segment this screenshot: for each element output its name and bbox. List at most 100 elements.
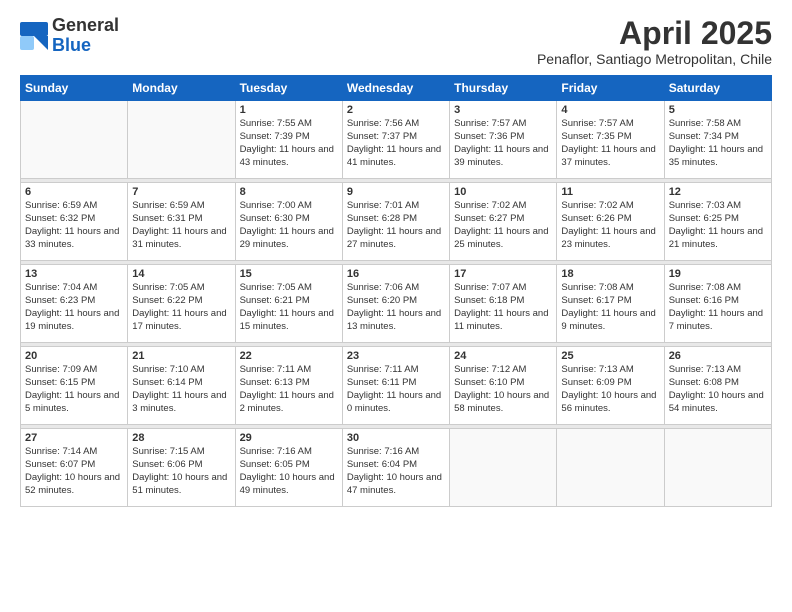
- day-info: Sunrise: 7:58 AM Sunset: 7:34 PM Dayligh…: [669, 118, 767, 169]
- day-info: Sunrise: 7:14 AM Sunset: 6:07 PM Dayligh…: [25, 446, 123, 497]
- day-info: Sunrise: 7:09 AM Sunset: 6:15 PM Dayligh…: [25, 364, 123, 415]
- calendar-cell-w4-d5: 25 Sunrise: 7:13 AM Sunset: 6:09 PM Dayli…: [557, 347, 664, 425]
- day-info: Sunrise: 7:02 AM Sunset: 6:27 PM Dayligh…: [454, 200, 552, 251]
- calendar-cell-w4-d0: 20 Sunrise: 7:09 AM Sunset: 6:15 PM Dayli…: [21, 347, 128, 425]
- calendar-cell-w1-d5: 4 Sunrise: 7:57 AM Sunset: 7:35 PM Daylig…: [557, 101, 664, 179]
- day-info: Sunrise: 7:13 AM Sunset: 6:08 PM Dayligh…: [669, 364, 767, 415]
- day-number: 24: [454, 350, 552, 362]
- calendar-cell-w2-d2: 8Sunrise: 7:00 AM Sunset: 6:30 PM Daylig…: [235, 183, 342, 261]
- calendar-cell-w4-d6: 26 Sunrise: 7:13 AM Sunset: 6:08 PM Dayli…: [664, 347, 771, 425]
- day-info: Sunrise: 7:10 AM Sunset: 6:14 PM Dayligh…: [132, 364, 230, 415]
- day-info: Sunrise: 7:01 AM Sunset: 6:28 PM Dayligh…: [347, 200, 445, 251]
- header: General Blue April 2025 Penaflor, Santia…: [20, 16, 772, 67]
- day-info: Sunrise: 7:06 AM Sunset: 6:20 PM Dayligh…: [347, 282, 445, 333]
- day-info: Sunrise: 7:03 AM Sunset: 6:25 PM Dayligh…: [669, 200, 767, 251]
- day-number: 9: [347, 186, 445, 198]
- logo: General Blue: [20, 16, 119, 56]
- calendar-cell-w2-d5: 11Sunrise: 7:02 AM Sunset: 6:26 PM Dayli…: [557, 183, 664, 261]
- calendar-week-2: 6Sunrise: 6:59 AM Sunset: 6:32 PM Daylig…: [21, 183, 772, 261]
- logo-text: General Blue: [52, 16, 119, 56]
- day-number: 26: [669, 350, 767, 362]
- calendar-cell-w2-d4: 10 Sunrise: 7:02 AM Sunset: 6:27 PM Dayli…: [450, 183, 557, 261]
- day-number: 22: [240, 350, 338, 362]
- day-info: Sunrise: 7:56 AM Sunset: 7:37 PM Dayligh…: [347, 118, 445, 169]
- day-number: 21: [132, 350, 230, 362]
- calendar-cell-w3-d1: 14 Sunrise: 7:05 AM Sunset: 6:22 PM Dayli…: [128, 265, 235, 343]
- header-sunday: Sunday: [21, 76, 128, 101]
- calendar-week-5: 27 Sunrise: 7:14 AM Sunset: 6:07 PM Dayli…: [21, 429, 772, 507]
- day-info: Sunrise: 6:59 AM Sunset: 6:31 PM Dayligh…: [132, 200, 230, 251]
- day-number: 5: [669, 104, 767, 116]
- header-saturday: Saturday: [664, 76, 771, 101]
- calendar-cell-w3-d2: 15 Sunrise: 7:05 AM Sunset: 6:21 PM Dayli…: [235, 265, 342, 343]
- day-number: 17: [454, 268, 552, 280]
- calendar-cell-w3-d3: 16 Sunrise: 7:06 AM Sunset: 6:20 PM Dayli…: [342, 265, 449, 343]
- day-info: Sunrise: 7:11 AM Sunset: 6:13 PM Dayligh…: [240, 364, 338, 415]
- calendar-cell-w1-d3: 2 Sunrise: 7:56 AM Sunset: 7:37 PM Daylig…: [342, 101, 449, 179]
- day-number: 1: [240, 104, 338, 116]
- calendar-week-4: 20 Sunrise: 7:09 AM Sunset: 6:15 PM Dayli…: [21, 347, 772, 425]
- calendar-cell-w1-d2: 1 Sunrise: 7:55 AM Sunset: 7:39 PM Daylig…: [235, 101, 342, 179]
- day-number: 4: [561, 104, 659, 116]
- calendar-table: Sunday Monday Tuesday Wednesday Thursday…: [20, 75, 772, 507]
- day-number: 6: [25, 186, 123, 198]
- day-number: 29: [240, 432, 338, 444]
- calendar-cell-w3-d5: 18 Sunrise: 7:08 AM Sunset: 6:17 PM Dayli…: [557, 265, 664, 343]
- day-info: Sunrise: 7:11 AM Sunset: 6:11 PM Dayligh…: [347, 364, 445, 415]
- calendar-cell-w1-d1: [128, 101, 235, 179]
- calendar-cell-w3-d0: 13Sunrise: 7:04 AM Sunset: 6:23 PM Dayli…: [21, 265, 128, 343]
- day-info: Sunrise: 7:55 AM Sunset: 7:39 PM Dayligh…: [240, 118, 338, 169]
- day-number: 12: [669, 186, 767, 198]
- calendar-page: General Blue April 2025 Penaflor, Santia…: [0, 0, 792, 612]
- calendar-week-3: 13Sunrise: 7:04 AM Sunset: 6:23 PM Dayli…: [21, 265, 772, 343]
- day-number: 11: [561, 186, 659, 198]
- calendar-cell-w1-d0: [21, 101, 128, 179]
- calendar-cell-w2-d0: 6Sunrise: 6:59 AM Sunset: 6:32 PM Daylig…: [21, 183, 128, 261]
- calendar-cell-w4-d4: 24Sunrise: 7:12 AM Sunset: 6:10 PM Dayli…: [450, 347, 557, 425]
- day-number: 18: [561, 268, 659, 280]
- day-number: 7: [132, 186, 230, 198]
- day-number: 20: [25, 350, 123, 362]
- logo-icon: [20, 22, 48, 50]
- logo-general: General: [52, 16, 119, 36]
- calendar-cell-w3-d4: 17 Sunrise: 7:07 AM Sunset: 6:18 PM Dayli…: [450, 265, 557, 343]
- day-number: 10: [454, 186, 552, 198]
- header-friday: Friday: [557, 76, 664, 101]
- header-monday: Monday: [128, 76, 235, 101]
- calendar-cell-w1-d6: 5 Sunrise: 7:58 AM Sunset: 7:34 PM Daylig…: [664, 101, 771, 179]
- month-title: April 2025: [537, 16, 772, 51]
- calendar-cell-w1-d4: 3Sunrise: 7:57 AM Sunset: 7:36 PM Daylig…: [450, 101, 557, 179]
- header-tuesday: Tuesday: [235, 76, 342, 101]
- calendar-week-1: 1 Sunrise: 7:55 AM Sunset: 7:39 PM Daylig…: [21, 101, 772, 179]
- day-number: 3: [454, 104, 552, 116]
- calendar-cell-w5-d2: 29Sunrise: 7:16 AM Sunset: 6:05 PM Dayli…: [235, 429, 342, 507]
- day-number: 30: [347, 432, 445, 444]
- calendar-cell-w5-d5: [557, 429, 664, 507]
- calendar-cell-w5-d1: 28 Sunrise: 7:15 AM Sunset: 6:06 PM Dayli…: [128, 429, 235, 507]
- header-thursday: Thursday: [450, 76, 557, 101]
- day-number: 13: [25, 268, 123, 280]
- calendar-cell-w4-d3: 23 Sunrise: 7:11 AM Sunset: 6:11 PM Dayli…: [342, 347, 449, 425]
- calendar-cell-w5-d3: 30 Sunrise: 7:16 AM Sunset: 6:04 PM Dayli…: [342, 429, 449, 507]
- day-info: Sunrise: 7:07 AM Sunset: 6:18 PM Dayligh…: [454, 282, 552, 333]
- calendar-cell-w4-d1: 21 Sunrise: 7:10 AM Sunset: 6:14 PM Dayli…: [128, 347, 235, 425]
- day-number: 15: [240, 268, 338, 280]
- calendar-cell-w2-d3: 9 Sunrise: 7:01 AM Sunset: 6:28 PM Daylig…: [342, 183, 449, 261]
- day-info: Sunrise: 7:08 AM Sunset: 6:17 PM Dayligh…: [561, 282, 659, 333]
- day-info: Sunrise: 7:13 AM Sunset: 6:09 PM Dayligh…: [561, 364, 659, 415]
- day-info: Sunrise: 7:05 AM Sunset: 6:22 PM Dayligh…: [132, 282, 230, 333]
- day-number: 16: [347, 268, 445, 280]
- day-number: 27: [25, 432, 123, 444]
- day-number: 28: [132, 432, 230, 444]
- day-number: 25: [561, 350, 659, 362]
- day-info: Sunrise: 7:16 AM Sunset: 6:04 PM Dayligh…: [347, 446, 445, 497]
- day-info: Sunrise: 7:05 AM Sunset: 6:21 PM Dayligh…: [240, 282, 338, 333]
- day-info: Sunrise: 7:57 AM Sunset: 7:35 PM Dayligh…: [561, 118, 659, 169]
- location-subtitle: Penaflor, Santiago Metropolitan, Chile: [537, 51, 772, 67]
- calendar-cell-w5-d4: [450, 429, 557, 507]
- day-number: 23: [347, 350, 445, 362]
- day-number: 2: [347, 104, 445, 116]
- day-number: 14: [132, 268, 230, 280]
- calendar-cell-w4-d2: 22 Sunrise: 7:11 AM Sunset: 6:13 PM Dayli…: [235, 347, 342, 425]
- day-info: Sunrise: 7:15 AM Sunset: 6:06 PM Dayligh…: [132, 446, 230, 497]
